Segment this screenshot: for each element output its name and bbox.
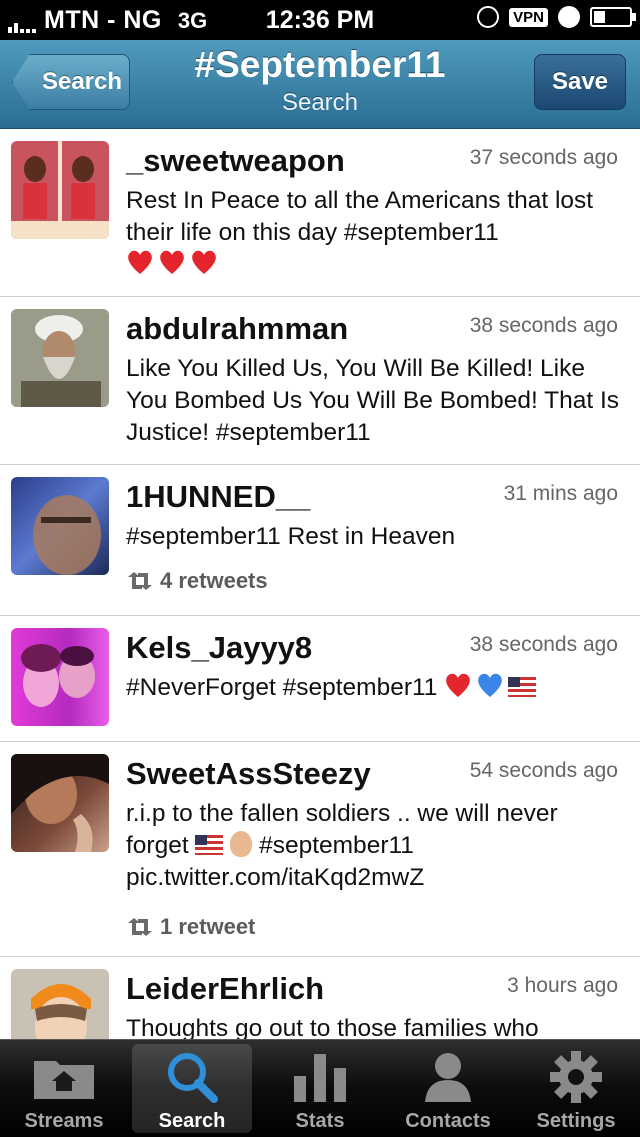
tweet-row[interactable]: 1HUNNED__ 31 mins ago #september11 Rest … [0,465,640,616]
tab-label: Search [158,1110,226,1132]
tweet-timestamp: 38 seconds ago [469,314,618,337]
tweet-list[interactable]: _sweetweapon 37 seconds ago Rest In Peac… [0,129,640,1039]
tweet-text: Thoughts go out to those families who [126,1015,539,1039]
heart-emoji-icon [192,250,216,274]
save-button[interactable]: Save [534,54,626,110]
tab-streams[interactable]: Streams [0,1040,128,1137]
search-icon [168,1053,218,1103]
tweet-row[interactable]: Kels_Jayyy8 38 seconds ago #NeverForget … [0,616,640,742]
tweet-text: Like You Killed Us, You Will Be Killed! … [126,355,620,446]
tweet-username[interactable]: _sweetweapon [126,143,345,179]
alarm-icon [558,6,580,28]
heart-emoji-icon [128,250,152,274]
battery-icon [590,7,636,27]
us-flag-emoji-icon [508,677,537,697]
tab-label: Streams [24,1110,104,1132]
us-flag-emoji-icon [195,835,224,855]
tweet-timestamp: 31 mins ago [503,482,618,505]
avatar[interactable] [11,628,109,726]
avatar[interactable] [11,477,109,575]
vpn-badge: VPN [509,7,548,27]
tweet-text: r.i.p to the fallen soldiers .. we will … [126,800,558,891]
avatar[interactable] [11,754,109,852]
ok-hand-emoji-icon [230,831,253,857]
tweet-text: #september11 Rest in Heaven [126,523,456,550]
tweet-text: Rest In Peace to all the Americans that … [126,185,622,281]
status-bar: MTN - NG 3G 12:36 PM VPN [0,0,640,40]
tweet-row[interactable]: SweetAssSteezy 54 seconds ago r.i.p to t… [0,742,640,957]
contact-icon [425,1053,471,1102]
tab-settings[interactable]: Settings [512,1040,640,1137]
tweet-username[interactable]: Kels_Jayyy8 [126,630,312,666]
retweet-count: 1 retweet [126,914,255,940]
tweet-row[interactable]: abdulrahmman 38 seconds ago Like You Kil… [0,297,640,465]
tweet-row[interactable]: _sweetweapon 37 seconds ago Rest In Peac… [0,129,640,297]
retweet-icon [128,572,152,590]
retweet-icon [128,918,152,936]
tweet-username[interactable]: 1HUNNED__ [126,479,310,515]
tab-stats[interactable]: Stats [256,1040,384,1137]
tweet-username[interactable]: SweetAssSteezy [126,756,371,792]
navigation-bar: Search #September11 Search Save [0,40,640,129]
tab-bar: Streams Search Stats Contacts Settings [0,1039,640,1137]
heart-emoji-icon [160,250,184,274]
tab-label: Stats [295,1110,345,1132]
tweet-username[interactable]: LeiderEhrlich [126,971,324,1007]
tab-contacts[interactable]: Contacts [384,1040,512,1137]
home-folder-icon [34,1061,94,1099]
gear-icon [550,1051,602,1103]
tab-label: Contacts [405,1110,491,1132]
retweet-count: 4 retweets [126,568,268,594]
avatar[interactable] [11,141,109,239]
tweet-timestamp: 54 seconds ago [469,759,618,782]
heart-emoji-icon [446,673,471,697]
tab-label: Settings [536,1110,616,1132]
tweet-username[interactable]: abdulrahmman [126,311,348,347]
tweet-text: #NeverForget #september11 [126,672,622,704]
tweet-timestamp: 3 hours ago [507,974,618,997]
tweet-timestamp: 38 seconds ago [469,633,618,656]
avatar[interactable] [11,309,109,407]
stats-icon [294,1054,346,1102]
tab-search[interactable]: Search [128,1040,256,1137]
tweet-row[interactable]: LeiderEhrlich 3 hours ago Thoughts go ou… [0,957,640,1039]
avatar[interactable] [11,969,109,1039]
blue-heart-emoji-icon [478,673,503,697]
tweet-timestamp: 37 seconds ago [469,146,618,169]
orientation-lock-icon [477,6,500,28]
